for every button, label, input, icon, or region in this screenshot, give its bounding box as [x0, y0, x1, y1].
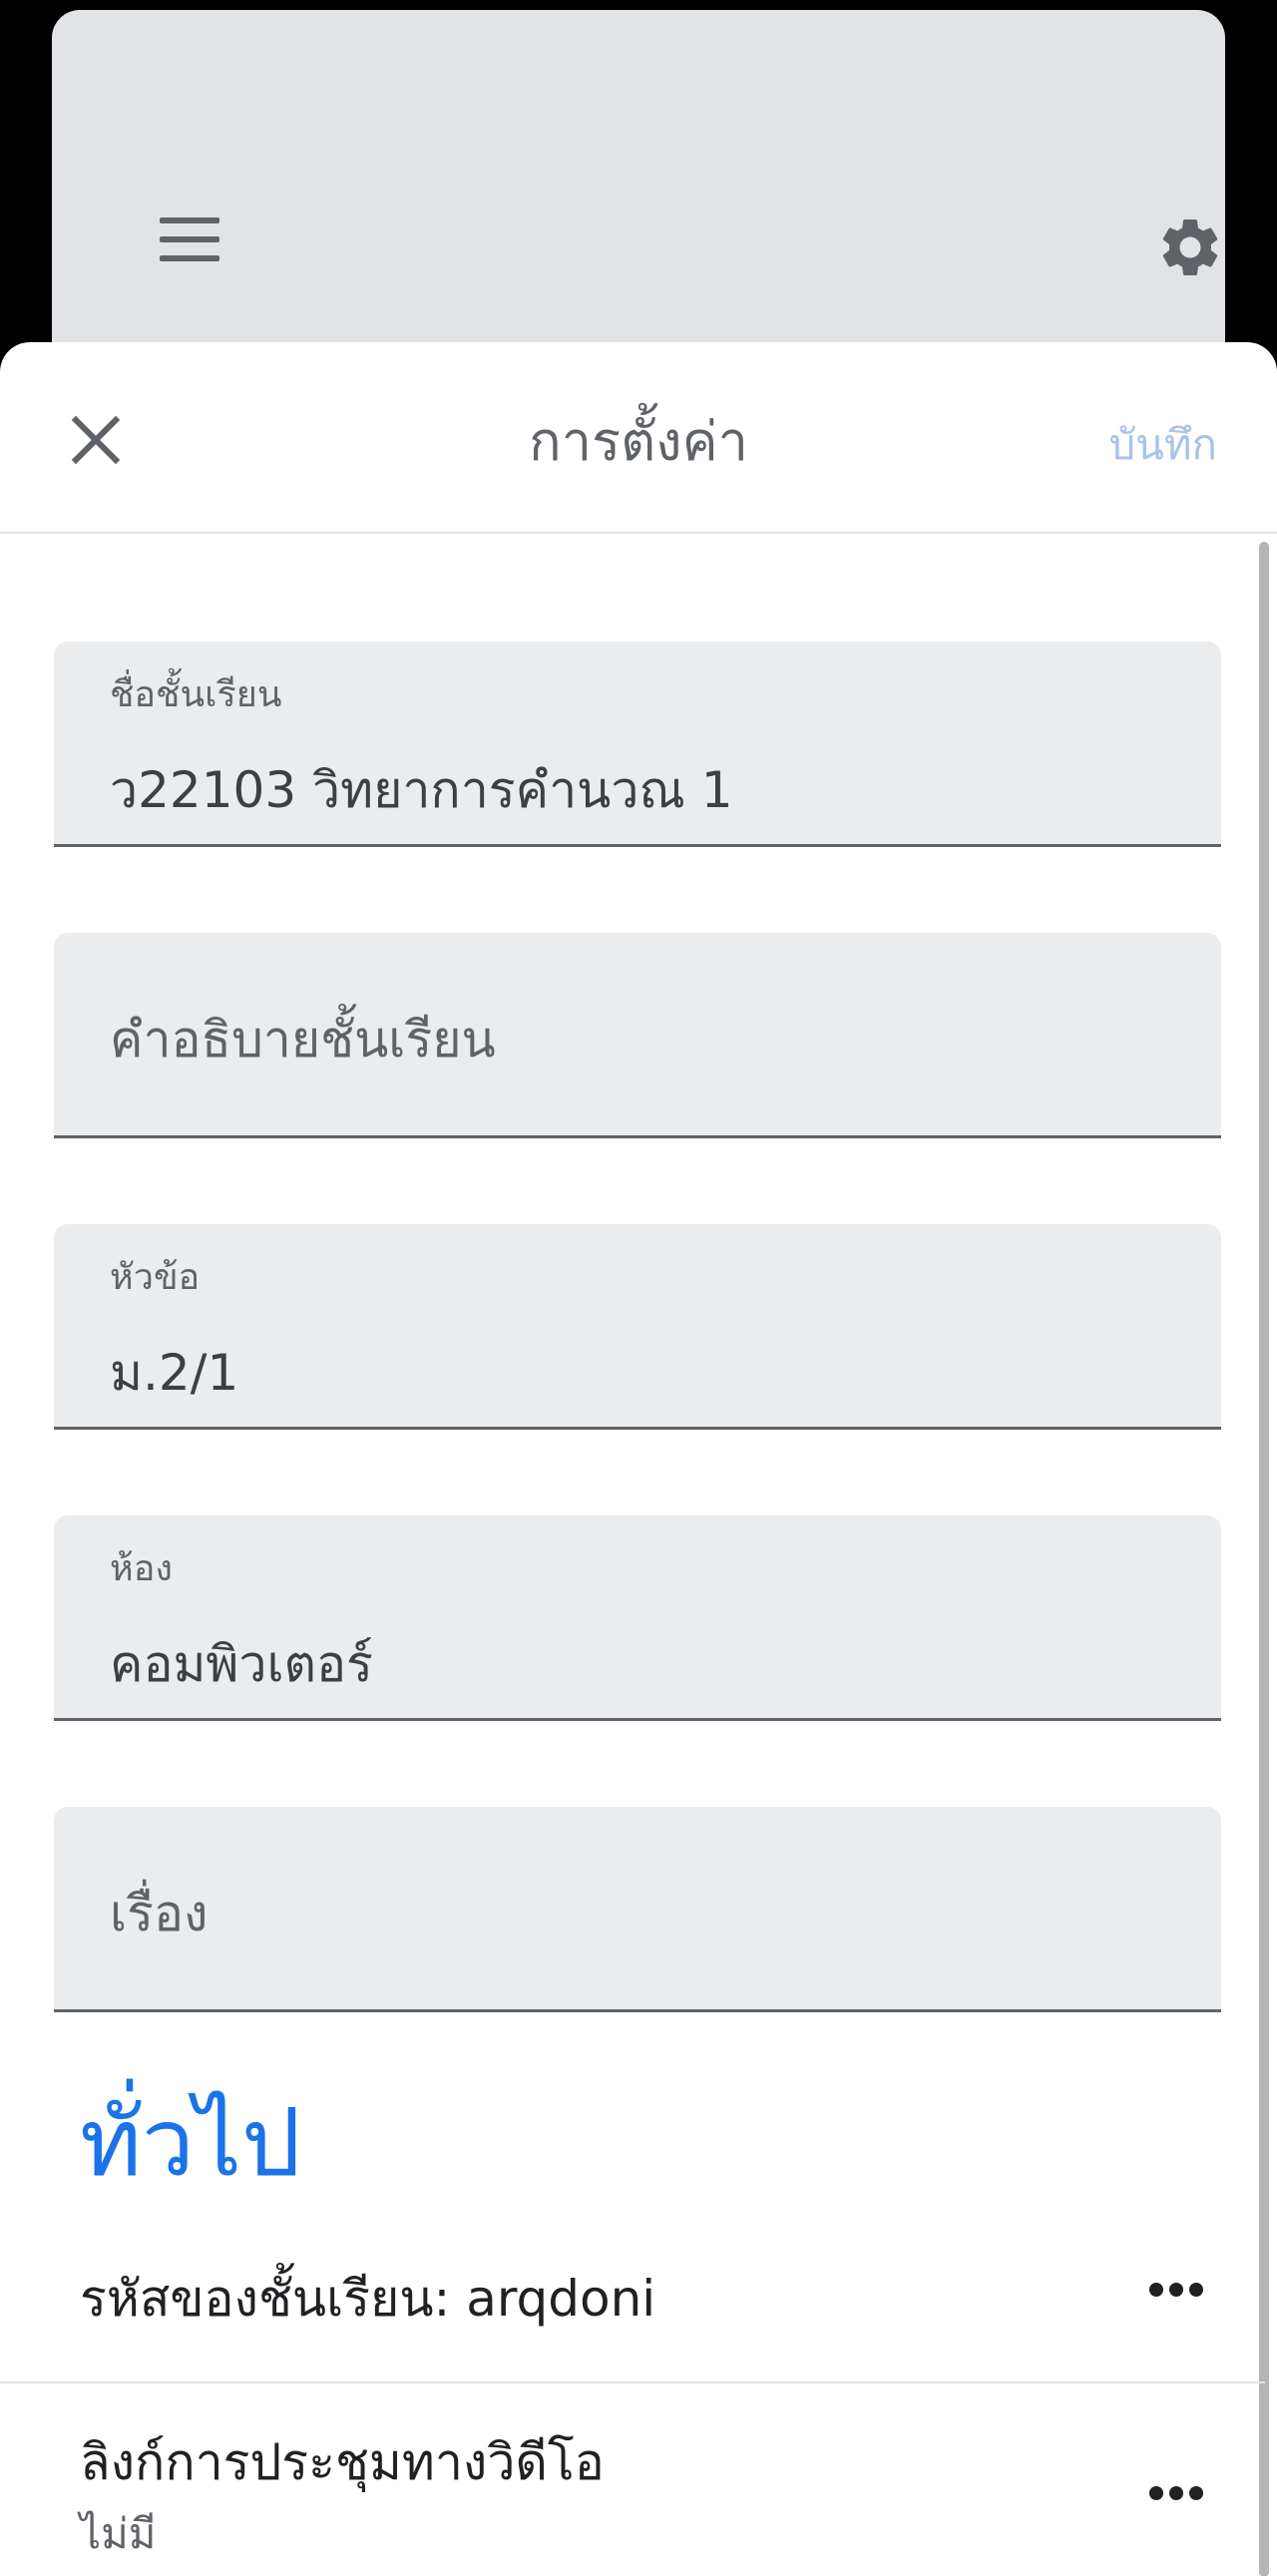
description-field[interactable]: คำอธิบายชั้นเรียน: [54, 933, 1221, 1138]
room-label: ห้อง: [110, 1548, 173, 1589]
menu-icon[interactable]: [160, 217, 219, 269]
meet-link-value: ไม่มี: [80, 2509, 157, 2558]
description-placeholder: คำอธิบายชั้นเรียน: [110, 1011, 496, 1069]
more-icon[interactable]: [1149, 2485, 1209, 2501]
room-field[interactable]: ห้อง คอมพิวเตอร์: [54, 1515, 1221, 1721]
settings-header: การตั้งค่า บันทึก: [0, 342, 1277, 534]
divider: [0, 2381, 1265, 2383]
subject-placeholder: เรื่อง: [110, 1885, 209, 1942]
class-name-field[interactable]: ชื่อชั้นเรียน ว22103 วิทยาการคำนวณ 1: [54, 642, 1221, 847]
subject-field[interactable]: เรื่อง: [54, 1807, 1221, 2012]
general-section-title: ทั่วไป: [80, 2089, 301, 2198]
save-button[interactable]: บันทึก: [1109, 412, 1218, 478]
page-title: การตั้งค่า: [529, 410, 748, 473]
class-code-text: รหัสของชั้นเรียน: arqdoni: [80, 2270, 656, 2328]
scrollbar[interactable]: [1259, 542, 1269, 2576]
class-name-value: ว22103 วิทยาการคำนวณ 1: [110, 761, 733, 819]
meet-link-label: ลิงก์การประชุมทางวิดีโอ: [80, 2433, 605, 2491]
section-value: ม.2/1: [110, 1344, 239, 1402]
section-field[interactable]: หัวข้อ ม.2/1: [54, 1224, 1221, 1430]
room-value: คอมพิวเตอร์: [110, 1635, 373, 1693]
section-label: หัวข้อ: [110, 1257, 201, 1298]
more-icon[interactable]: [1149, 2282, 1209, 2298]
settings-sheet: การตั้งค่า บันทึก ชื่อชั้นเรียน ว22103 ว…: [0, 342, 1277, 2576]
gear-icon[interactable]: [1155, 213, 1225, 282]
class-name-label: ชื่อชั้นเรียน: [110, 674, 282, 715]
